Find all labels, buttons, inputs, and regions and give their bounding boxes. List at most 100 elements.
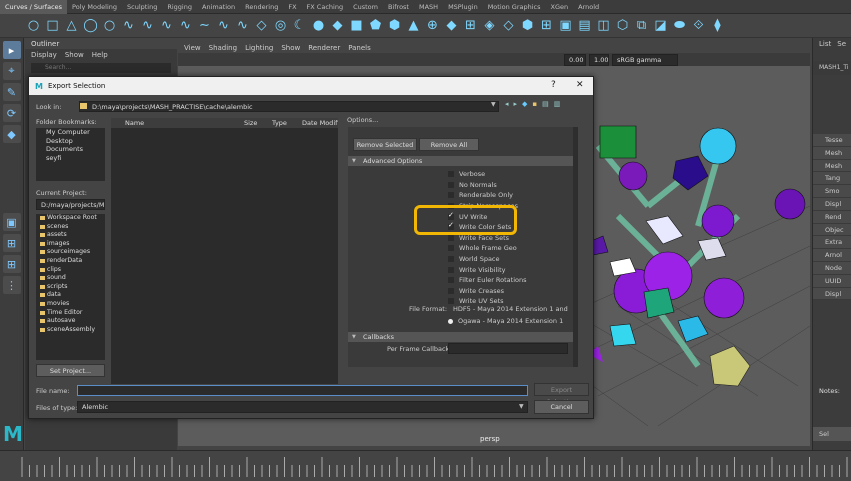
shelf-tool-icon[interactable]: ∼ <box>197 18 212 33</box>
shelf-tab-9[interactable]: Bifrost <box>383 0 414 14</box>
option-checkbox-row[interactable]: Filter Euler Rotations <box>448 275 527 286</box>
option-checkbox-row[interactable]: Whole Frame Geo <box>448 243 517 254</box>
project-folder-item[interactable]: data <box>36 291 105 300</box>
checkbox[interactable] <box>448 256 454 263</box>
new-folder-icon[interactable]: ▪ <box>532 100 537 108</box>
shelf-tool-icon[interactable]: ∿ <box>216 18 231 33</box>
project-folder-item[interactable]: scripts <box>36 283 105 292</box>
list-view-icon[interactable]: ▤ <box>542 100 549 108</box>
tool-icon[interactable]: ⌖ <box>2 62 21 80</box>
attribute-section-item[interactable]: Node <box>813 261 851 275</box>
shelf-tool-icon[interactable]: △ <box>64 18 79 33</box>
tool-icon[interactable]: ▸ <box>2 41 21 59</box>
cancel-button[interactable]: Cancel <box>534 400 589 414</box>
shelf-tool-icon[interactable]: ■ <box>349 18 364 33</box>
option-checkbox-row[interactable]: World Space <box>448 254 500 265</box>
files-of-type-select[interactable]: Alembic <box>77 401 528 413</box>
checkbox[interactable] <box>448 287 454 294</box>
shelf-tab-4[interactable]: Animation <box>197 0 240 14</box>
file-name-input[interactable] <box>77 385 528 396</box>
options-scrollbar[interactable] <box>573 127 578 367</box>
shelf-tab-8[interactable]: Custom <box>348 0 383 14</box>
shelf-tab-11[interactable]: MSPlugin <box>443 0 483 14</box>
shelf-tool-icon[interactable]: ▲ <box>406 18 421 33</box>
option-checkbox-row[interactable]: Renderable Only <box>448 190 513 201</box>
bookmark-item[interactable]: seyfi <box>36 154 105 163</box>
shelf-tool-icon[interactable]: ∿ <box>178 18 193 33</box>
shelf-tool-icon[interactable]: ◇ <box>254 18 269 33</box>
column-size[interactable]: Size <box>241 118 269 128</box>
shelf-tab-10[interactable]: MASH <box>414 0 443 14</box>
option-checkbox-row[interactable]: Strip Namespaces <box>448 201 518 212</box>
shelf-tool-icon[interactable]: ⟐ <box>691 18 706 33</box>
radio-hdf5[interactable]: HDF5 - Maya 2014 Extension 1 and Legacy <box>448 305 568 313</box>
shelf-tool-icon[interactable]: ⬢ <box>520 18 535 33</box>
shelf-tool-icon[interactable]: ◫ <box>596 18 611 33</box>
viewport-menu-item[interactable]: Show <box>281 44 300 52</box>
radio-ogawa-dot[interactable] <box>448 318 453 324</box>
shelf-tool-icon[interactable]: ◆ <box>444 18 459 33</box>
checkbox[interactable] <box>448 211 454 220</box>
detail-view-icon[interactable]: ▥ <box>554 100 561 108</box>
project-folder-item[interactable]: scenes <box>36 223 105 232</box>
attribute-section-item[interactable]: UUID <box>813 274 851 288</box>
shelf-tool-icon[interactable]: ◆ <box>330 18 345 33</box>
checkbox[interactable] <box>448 266 454 273</box>
option-checkbox-row[interactable]: UV Write <box>448 211 487 222</box>
file-list[interactable]: Name Size Type Date Modifi <box>111 118 338 384</box>
shelf-tool-icon[interactable]: ∿ <box>121 18 136 33</box>
attribute-section-item[interactable]: Objec <box>813 223 851 237</box>
viewport-menu-item[interactable]: Renderer <box>308 44 340 52</box>
shelf-tab-5[interactable]: Rendering <box>240 0 283 14</box>
project-folder-item[interactable]: renderData <box>36 257 105 266</box>
project-folder-item[interactable]: assets <box>36 231 105 240</box>
per-frame-callback-field[interactable] <box>448 343 568 354</box>
back-icon[interactable]: ◂ <box>505 100 509 108</box>
viewport-menu-item[interactable]: View <box>184 44 201 52</box>
shelf-tool-icon[interactable]: ◎ <box>273 18 288 33</box>
outliner-menu-help[interactable]: Help <box>92 51 108 59</box>
tool-icon[interactable]: ⊞ <box>2 255 21 273</box>
checkbox[interactable] <box>448 298 454 305</box>
export-selection-button[interactable]: Export Selection <box>534 383 589 406</box>
project-folder-item[interactable]: sound <box>36 274 105 283</box>
column-name[interactable]: Name <box>111 118 241 128</box>
checkbox[interactable] <box>448 192 454 199</box>
shelf-tool-icon[interactable]: ◇ <box>501 18 516 33</box>
set-project-button[interactable]: Set Project... <box>36 364 105 377</box>
shelf-tool-icon[interactable]: ● <box>311 18 326 33</box>
attribute-section-item[interactable]: Displ <box>813 287 851 301</box>
up-folder-icon[interactable]: ◆ <box>522 100 527 108</box>
viewport-menu-item[interactable]: Panels <box>348 44 371 52</box>
attribute-section-item[interactable]: Tesse <box>813 134 851 147</box>
outliner-menu-display[interactable]: Display <box>31 51 57 59</box>
attribute-section-item[interactable]: Displ <box>813 197 851 211</box>
shelf-tab-14[interactable]: Arnold <box>573 0 604 14</box>
attribute-section-item[interactable]: Arnol <box>813 249 851 262</box>
tool-icon[interactable]: ⊞ <box>2 234 21 252</box>
shelf-tool-icon[interactable]: ⊞ <box>463 18 478 33</box>
checkbox[interactable] <box>448 245 454 252</box>
remove-all-button[interactable]: Remove All <box>419 138 479 151</box>
shelf-tool-icon[interactable]: ◪ <box>653 18 668 33</box>
outliner-search-input[interactable]: Search... <box>31 63 171 73</box>
gamma-field[interactable]: 1.00 <box>589 53 609 66</box>
option-checkbox-row[interactable]: Write Color Sets <box>448 221 511 233</box>
current-project-field[interactable]: D:/maya/projects/M <box>36 199 105 210</box>
shelf-tool-icon[interactable]: ∿ <box>140 18 155 33</box>
tab-list[interactable]: List <box>819 40 831 48</box>
shelf-tool-icon[interactable]: ◯ <box>83 18 98 33</box>
help-button[interactable]: ? <box>551 80 556 90</box>
project-folder-item[interactable]: movies <box>36 300 105 309</box>
colorspace-field[interactable]: sRGB gamma <box>612 53 678 66</box>
bookmark-item[interactable]: Documents <box>36 145 105 154</box>
look-in-field[interactable]: D:\maya\projects\MASH_PRACTISE\cache\ale… <box>79 101 499 112</box>
shelf-tool-icon[interactable]: ▤ <box>577 18 592 33</box>
project-folder-item[interactable]: autosave <box>36 317 105 326</box>
shelf-tool-icon[interactable]: ▣ <box>558 18 573 33</box>
close-button[interactable]: ✕ <box>576 80 584 90</box>
bookmark-item[interactable]: Desktop <box>36 137 105 146</box>
tool-icon[interactable]: ▣ <box>2 213 21 231</box>
shelf-tab-13[interactable]: XGen <box>546 0 574 14</box>
shelf-tab-6[interactable]: FX <box>283 0 301 14</box>
